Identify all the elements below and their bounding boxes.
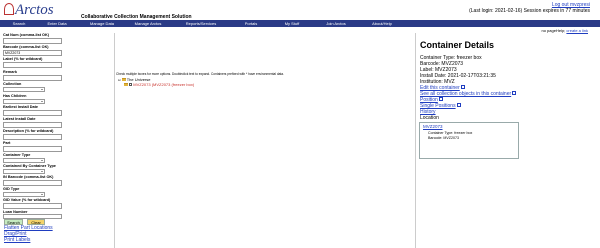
collection-select[interactable] [3, 87, 45, 92]
latest-install-input[interactable] [3, 122, 62, 128]
label-input[interactable] [3, 62, 62, 68]
remark-input[interactable] [3, 75, 62, 81]
session-info: Log out mvzpresi (Last login: 2021-02-16… [469, 2, 590, 14]
field-label-contained-by-type: Contained By Container Type [3, 164, 56, 168]
has-children-select[interactable] [3, 99, 45, 104]
field-label-collection: Collection [3, 82, 22, 86]
earliest-install-input[interactable] [3, 110, 62, 116]
barcode-input[interactable]: MVZ2073 [3, 50, 62, 56]
nav-about-help[interactable]: About/Help [360, 20, 404, 27]
tree-help-text: Check multiple boxes for more options. D… [116, 72, 284, 76]
field-label-gid-type: GID Type [3, 187, 20, 191]
nav-portals[interactable]: Portals [230, 20, 272, 27]
field-label-part: Part [3, 141, 11, 145]
field-label-gid-value: GID Value (% for wildcard) [3, 198, 51, 202]
field-label-cat-num: Cat Num (comma-list OK) [3, 33, 49, 37]
field-label-has-children: Has Children [3, 94, 27, 98]
location-box: MVZ2073 Container Type: freezer box Barc… [419, 122, 519, 159]
field-label-description: Description (% for wildcard) [3, 129, 54, 133]
field-label-container-type: Container Type [3, 153, 31, 157]
nav-enter-data[interactable]: Enter Data [38, 20, 76, 27]
field-label-label: Label (% for wildcard) [3, 57, 43, 61]
nav-join-arctos[interactable]: Join Arctos [312, 20, 360, 27]
logo-text: Arctos [15, 2, 54, 18]
location-barcode-link[interactable]: MVZ2073 [423, 124, 443, 129]
location-container-type: Container Type: freezer box [428, 131, 473, 135]
main-navbar: Search Enter Data Manage Data Manage Arc… [0, 20, 600, 27]
field-label-latest-install: Latest Install Date [3, 117, 36, 121]
container-search-form: Cat Num (comma-list OK) Barcode (comma-l… [1, 33, 115, 248]
cat-num-input[interactable] [3, 38, 62, 44]
nav-manage-arctos[interactable]: Manage Arctos [124, 20, 172, 27]
session-text: (Last login: 2021-02-16) Session expires… [469, 8, 590, 14]
external-link-icon [456, 103, 461, 107]
location-barcode: Barcode: MVZ2073 [428, 136, 459, 140]
field-label-barcode: Barcode (comma-list OK) [3, 45, 49, 49]
description-input[interactable] [3, 134, 62, 140]
logo-mark-icon [4, 3, 14, 15]
external-link-icon [512, 91, 517, 95]
gid-value-input[interactable] [3, 203, 62, 209]
field-label-in-barcode: IN Barcode (comma-list OK) [3, 175, 54, 179]
location-heading: Location [420, 115, 439, 121]
node-checkbox[interactable] [129, 83, 133, 87]
folder-icon [121, 78, 126, 82]
gid-type-select[interactable] [3, 192, 45, 197]
container-tree-panel: Check multiple boxes for more options. D… [116, 33, 416, 248]
contained-by-type-select[interactable] [3, 169, 45, 174]
print-labels-link[interactable]: Print Labels [4, 237, 30, 243]
nav-search[interactable]: Search [0, 20, 38, 27]
arctos-logo[interactable]: Arctos [4, 3, 80, 18]
in-barcode-input[interactable] [3, 180, 62, 186]
folder-icon [124, 83, 128, 87]
tree-node[interactable]: MVZ2073 (MVZ2073 (freezer box) [124, 82, 194, 87]
part-input[interactable] [3, 146, 62, 152]
field-label-remark: Remark [3, 70, 17, 74]
nav-reports-services[interactable]: Reports/Services [172, 20, 230, 27]
container-details-panel: Container Details Container Type: freeze… [417, 33, 600, 248]
external-link-icon [460, 85, 465, 89]
external-link-icon [438, 97, 443, 101]
nav-manage-data[interactable]: Manage Data [80, 20, 124, 27]
field-label-earliest-install: Earliest Install Date [3, 105, 39, 109]
tree-collapse-icon[interactable]: ⊟ [118, 78, 121, 82]
tree-node-label[interactable]: MVZ2073 (MVZ2073 (freezer box) [133, 82, 194, 87]
nav-my-stuff[interactable]: My Stuff [272, 20, 312, 27]
container-type-select[interactable] [3, 158, 45, 163]
details-title: Container Details [420, 40, 495, 50]
